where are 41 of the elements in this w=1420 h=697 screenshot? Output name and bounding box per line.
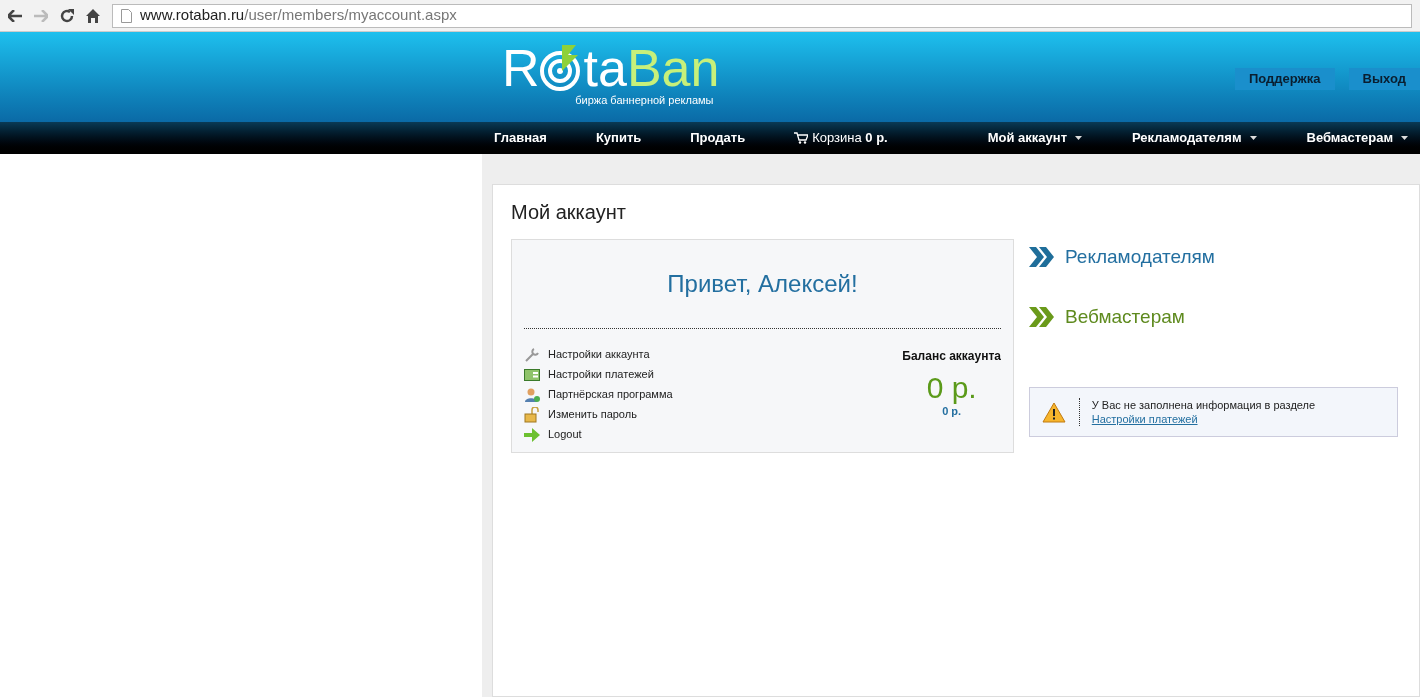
warning-icon: [1042, 401, 1067, 423]
user-icon: [524, 386, 540, 403]
page-icon: [121, 8, 132, 23]
account-menu-item[interactable]: Настройки аккаунта: [524, 347, 673, 362]
page-title: Мой аккаунт: [511, 200, 627, 225]
nav-link[interactable]: Главная: [494, 128, 547, 148]
site-logo[interactable]: R taBan биржа баннерной рекламы: [502, 42, 720, 122]
double-chevron-icon: [1029, 307, 1055, 327]
nav-link[interactable]: Рекламодателям: [1132, 128, 1257, 148]
nav-link[interactable]: Купить: [595, 128, 642, 148]
caret-icon: [1401, 136, 1409, 140]
section-link[interactable]: Вебмастерам: [1029, 305, 1398, 329]
lock-icon: [524, 406, 540, 423]
cart-link[interactable]: Корзина 0 р.: [794, 128, 888, 148]
caret-icon: [1075, 136, 1082, 140]
balance-sub-amount: 0 р.: [942, 404, 962, 419]
header-link[interactable]: Поддержка: [1235, 68, 1335, 90]
caret-icon: [1249, 136, 1257, 140]
cart-icon: [794, 132, 809, 144]
wrench-icon: [524, 346, 540, 363]
arrow-icon: [524, 427, 540, 442]
back-icon[interactable]: [8, 9, 22, 22]
balance-title: Баланс аккаунта: [902, 348, 1001, 365]
nav-link[interactable]: Вебмастерам: [1306, 128, 1409, 148]
payment-settings-link[interactable]: Настройки платежей: [1091, 413, 1198, 425]
greeting: Привет, Алексей!: [666, 269, 859, 299]
section-link[interactable]: Рекламодателям: [1029, 245, 1398, 269]
nav-link[interactable]: Мой аккаунт: [987, 128, 1082, 148]
card-icon: [524, 368, 540, 381]
double-chevron-icon: [1029, 247, 1055, 267]
address-field[interactable]: www.rotaban.ru/user/members/myaccount.aspx: [112, 3, 1412, 28]
home-icon[interactable]: [86, 8, 100, 23]
account-menu-item[interactable]: Настройки платежей: [524, 367, 673, 382]
balance-amount: 0 р.: [926, 373, 977, 403]
reload-icon[interactable]: [60, 8, 74, 23]
account-menu-item[interactable]: Logout: [524, 427, 673, 442]
header-link[interactable]: Выход: [1348, 68, 1420, 90]
account-menu-item[interactable]: Партнёрская программа: [524, 387, 673, 402]
nav-link[interactable]: Продать: [690, 128, 746, 148]
account-menu-item[interactable]: Изменить пароль: [524, 407, 673, 422]
warning-message: У Вас не заполнена информация в разделе Настройки платежей: [1091, 398, 1317, 426]
